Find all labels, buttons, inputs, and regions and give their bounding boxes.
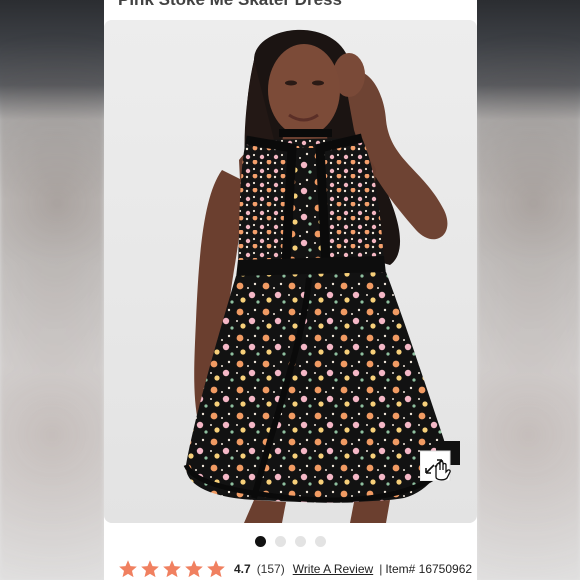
product-card: Pink Stoke Me Skater Dress [104, 0, 477, 580]
product-image[interactable] [104, 20, 477, 523]
carousel-dot-1[interactable] [255, 536, 266, 547]
rating-value: 4.7 [234, 562, 251, 576]
item-number: Item# 16750962 [385, 562, 473, 576]
carousel-dots [104, 536, 477, 547]
star-icon [141, 560, 159, 578]
carousel-dot-3[interactable] [295, 536, 306, 547]
write-review-link[interactable]: Write A Review [293, 562, 373, 576]
review-count[interactable]: (157) [257, 562, 285, 576]
review-summary: 4.7 (157) Write A Review | Item# 1675096… [118, 558, 472, 580]
star-icon [119, 560, 137, 578]
star-icon [207, 560, 225, 578]
star-icon [185, 560, 203, 578]
carousel-dot-2[interactable] [275, 536, 286, 547]
expand-zoom-icon [420, 441, 460, 481]
product-title: Pink Stoke Me Skater Dress [118, 0, 342, 10]
star-icon [163, 560, 181, 578]
expand-zoom-button[interactable] [420, 441, 460, 481]
backdrop-right-blur [477, 0, 580, 580]
separator: | [379, 562, 383, 576]
carousel-dot-4[interactable] [315, 536, 326, 547]
rating-stars[interactable] [118, 559, 226, 579]
backdrop-left-blur [0, 0, 104, 580]
